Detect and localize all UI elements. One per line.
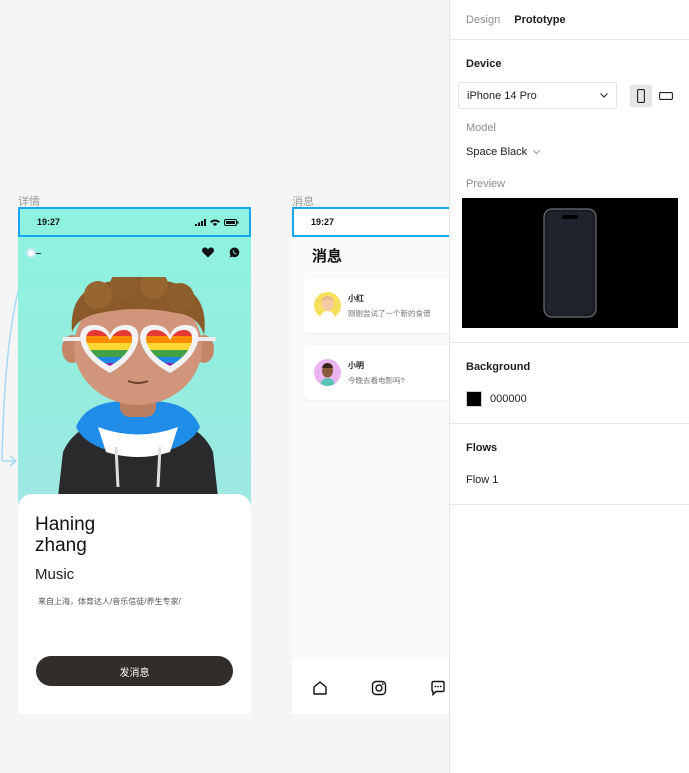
list-item[interactable]: 小红 刚刚尝试了一个新的食谱	[303, 278, 449, 333]
flows-section-title: Flows	[466, 442, 498, 454]
message-sender: 小明	[348, 361, 364, 370]
home-icon[interactable]	[312, 680, 328, 696]
back-hotspot-line	[36, 252, 41, 254]
model-label: Model	[466, 122, 496, 134]
avatar-icon	[320, 363, 335, 386]
tab-design[interactable]: Design	[466, 14, 500, 26]
heart-icon[interactable]	[202, 247, 214, 258]
wifi-icon	[210, 219, 220, 226]
divider	[450, 342, 689, 343]
status-icons	[195, 218, 239, 226]
signal-icon	[195, 218, 206, 226]
background-section-title: Background	[466, 361, 531, 373]
messages-frame[interactable]: 19:27 消息 小红 刚刚尝试了一个新的食谱 小明 今晚去看电影吗?	[292, 207, 449, 714]
background-color-swatch[interactable]	[466, 391, 482, 407]
profile-role: Music	[35, 566, 75, 583]
portrait-orientation-button[interactable]	[630, 85, 652, 107]
status-bar: 19:27	[18, 207, 251, 237]
profile-bio: 来自上海，体育达人/音乐信徒/养生专家/	[38, 597, 181, 606]
profile-name: Haning zhang	[35, 514, 96, 556]
status-time: 19:27	[311, 217, 335, 227]
instagram-icon[interactable]	[371, 680, 387, 696]
back-hotspot[interactable]	[26, 248, 36, 258]
detail-frame[interactable]: 19:27 Haning zhang Music 来自上海，体育达人/音乐信徒/…	[18, 207, 251, 714]
avatar-icon	[320, 296, 335, 319]
landscape-icon	[659, 92, 673, 100]
messages-title: 消息	[312, 248, 343, 265]
preview-label: Preview	[466, 178, 506, 190]
canvas[interactable]: 详情 19:27 Haning zhang Music 来自上海，体育达人/音乐…	[0, 0, 449, 773]
properties-panel: Design Prototype Device iPhone 14 Pro Mo…	[449, 0, 689, 773]
avatar	[314, 292, 341, 319]
model-value: Space Black	[466, 146, 528, 158]
chevron-down-icon	[533, 150, 541, 154]
chevron-down-icon	[600, 93, 608, 98]
profile-card: Haning zhang Music 来自上海，体育达人/音乐信徒/养生专家/ …	[18, 494, 251, 714]
send-message-button[interactable]: 发消息	[36, 656, 233, 686]
phone-preview-icon	[543, 208, 597, 318]
landscape-orientation-button[interactable]	[655, 85, 677, 107]
portrait-icon	[637, 89, 645, 103]
device-section-title: Device	[466, 58, 502, 70]
model-select[interactable]: Space Black	[466, 146, 541, 158]
avatar-illustration	[58, 277, 218, 497]
panel-tabs: Design Prototype	[450, 0, 689, 40]
tab-prototype[interactable]: Prototype	[514, 14, 565, 26]
chat-icon[interactable]	[430, 680, 446, 696]
device-select-value: iPhone 14 Pro	[467, 89, 537, 102]
flow-item[interactable]: Flow 1	[466, 474, 498, 486]
list-item[interactable]: 小明 今晚去看电影吗?	[303, 345, 449, 400]
message-preview: 今晚去看电影吗?	[348, 376, 405, 385]
message-sender: 小红	[348, 294, 364, 303]
device-select[interactable]: iPhone 14 Pro	[458, 82, 617, 109]
divider	[450, 423, 689, 424]
background-color-value[interactable]: 000000	[490, 393, 527, 405]
status-bar-messages: 19:27	[292, 207, 449, 237]
avatar	[314, 359, 341, 386]
divider	[450, 504, 689, 505]
status-time: 19:27	[37, 217, 61, 227]
tab-bar	[292, 659, 449, 714]
message-preview: 刚刚尝试了一个新的食谱	[348, 309, 431, 318]
device-preview	[462, 198, 678, 328]
whatsapp-icon[interactable]	[229, 247, 240, 258]
battery-icon	[224, 218, 239, 226]
